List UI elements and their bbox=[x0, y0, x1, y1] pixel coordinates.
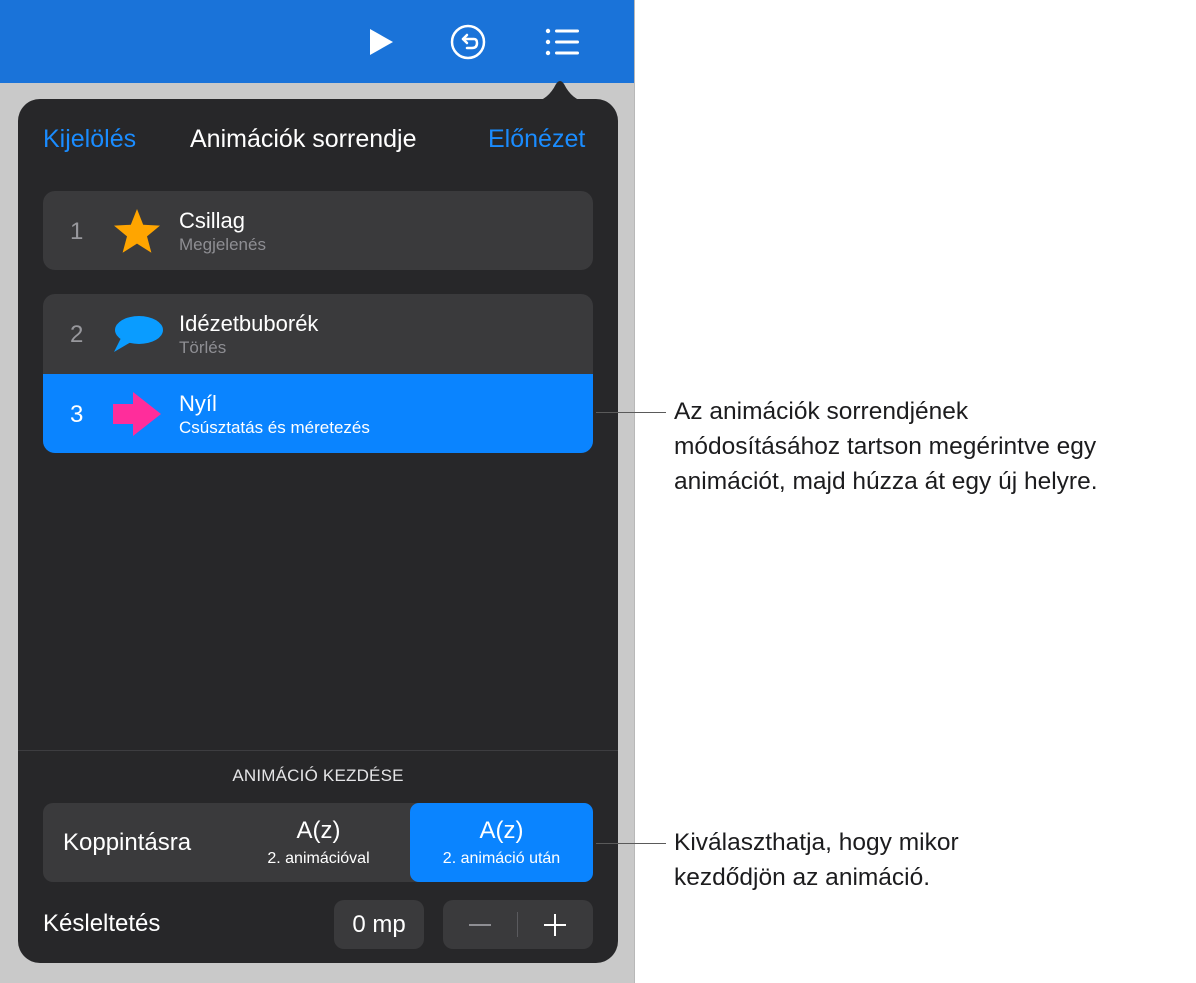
toolbar bbox=[0, 0, 634, 83]
start-segmented-control: Koppintásra A(z) 2. animációval A(z) 2. … bbox=[43, 803, 593, 882]
callout-text-line: Kiválaszthatja, hogy mikor bbox=[674, 829, 959, 856]
minus-icon bbox=[469, 923, 491, 926]
animation-number: 1 bbox=[70, 218, 84, 245]
play-icon[interactable] bbox=[358, 20, 402, 64]
animation-group-1: 1 Csillag Megjelenés bbox=[43, 191, 593, 270]
animation-group-2: 2 Idézetbuborék Törlés 3 Nyíl Csúsztatás… bbox=[43, 294, 593, 453]
speech-bubble-icon bbox=[114, 316, 163, 352]
callout-text-line: Az animációk sorrendjének bbox=[674, 398, 969, 425]
option-label: Koppintásra bbox=[63, 829, 192, 856]
delay-label: Késleltetés bbox=[43, 910, 161, 937]
animation-number: 3 bbox=[70, 401, 84, 428]
option-sublabel: 2. animáció után bbox=[442, 850, 561, 867]
plus-icon bbox=[544, 913, 566, 936]
select-button[interactable]: Kijelölés bbox=[43, 125, 136, 154]
callout-line-start bbox=[596, 843, 666, 844]
start-section-label: ANIMÁCIÓ KEZDÉSE bbox=[232, 766, 404, 785]
delay-value-field[interactable]: 0 mp bbox=[334, 900, 424, 949]
option-label: A(z) bbox=[479, 817, 524, 844]
animation-name: Nyíl bbox=[179, 391, 217, 416]
star-icon bbox=[114, 209, 160, 253]
callout-start: Kiválaszthatja, hogy mikor kezdődjön az … bbox=[674, 825, 959, 895]
start-with-previous-option[interactable]: A(z) 2. animációval bbox=[228, 803, 409, 882]
animation-row-speech-bubble[interactable]: 2 Idézetbuborék Törlés bbox=[43, 294, 593, 374]
ipad-screen: Kijelölés Animációk sorrendje Előnézet 1… bbox=[0, 0, 635, 983]
animation-name: Idézetbuborék bbox=[179, 311, 319, 336]
callout-reorder: Az animációk sorrendjének módosításához … bbox=[674, 394, 1098, 499]
decrement-button[interactable] bbox=[443, 900, 517, 949]
animation-effect: Csúsztatás és méretezés bbox=[179, 418, 370, 437]
animation-row-star[interactable]: 1 Csillag Megjelenés bbox=[43, 191, 593, 270]
undo-icon[interactable] bbox=[446, 20, 490, 64]
start-on-tap-option[interactable]: Koppintásra bbox=[43, 803, 228, 882]
animation-effect: Törlés bbox=[179, 338, 227, 357]
popover-title: Animációk sorrendje bbox=[190, 125, 417, 153]
animation-list-icon[interactable] bbox=[540, 20, 584, 64]
animation-name: Csillag bbox=[179, 208, 246, 233]
section-divider bbox=[18, 750, 618, 751]
increment-button[interactable] bbox=[518, 900, 592, 949]
callout-text-line: kezdődjön az animáció. bbox=[674, 864, 931, 891]
callout-line-reorder bbox=[596, 412, 666, 413]
start-after-previous-option[interactable]: A(z) 2. animáció után bbox=[410, 803, 593, 882]
option-label: A(z) bbox=[296, 817, 341, 844]
animation-number: 2 bbox=[70, 321, 84, 348]
callout-text-line: animációt, majd húzza át egy új helyre. bbox=[674, 468, 1098, 495]
callout-text-line: módosításához tartson megérintve egy bbox=[674, 433, 1097, 460]
preview-button[interactable]: Előnézet bbox=[488, 125, 585, 154]
animation-effect: Megjelenés bbox=[179, 235, 266, 254]
delay-stepper bbox=[443, 900, 593, 949]
option-sublabel: 2. animációval bbox=[267, 850, 370, 867]
arrow-icon bbox=[113, 392, 161, 436]
animation-row-arrow[interactable]: 3 Nyíl Csúsztatás és méretezés bbox=[43, 374, 593, 453]
